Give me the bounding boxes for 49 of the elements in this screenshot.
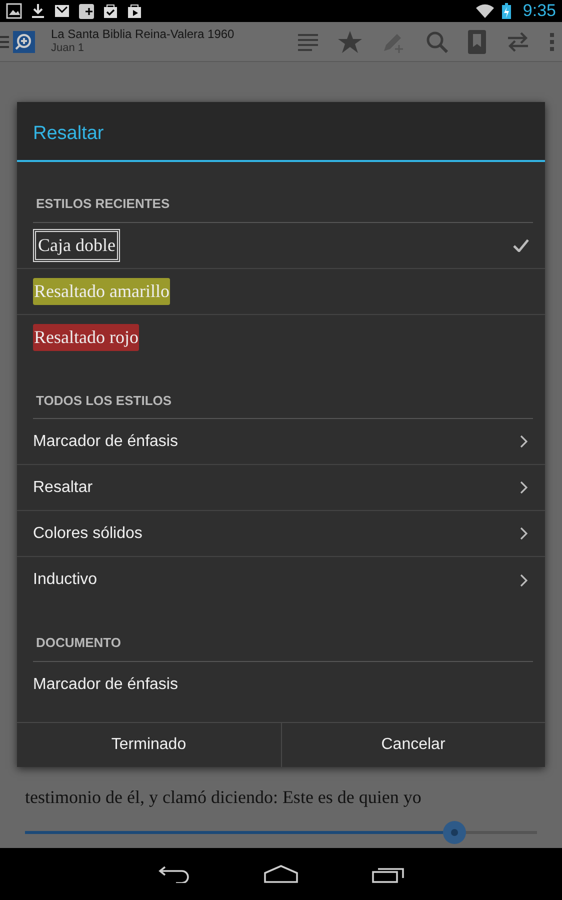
style-label: Inductivo: [33, 570, 98, 590]
style-label: Marcador de énfasis: [33, 432, 178, 452]
style-label: Marcador de énfasis: [33, 674, 178, 694]
style-list-item[interactable]: Marcador de énfasis: [17, 419, 545, 465]
dialog-button[interactable]: Cancelar: [280, 723, 545, 767]
image-icon: [6, 3, 22, 19]
search-icon[interactable]: [426, 30, 448, 52]
app-subtitle: Juan 1: [51, 42, 86, 56]
style-list-item[interactable]: Colores sólidos: [17, 511, 545, 557]
style-list-item[interactable]: Caja doble: [17, 222, 545, 268]
mail-icon: [54, 4, 70, 18]
home-icon[interactable]: [264, 865, 298, 883]
style-list-item[interactable]: Inductivo: [17, 557, 545, 603]
style-sample: Resaltado amarillo: [33, 278, 170, 304]
recent-apps-icon[interactable]: [372, 865, 404, 883]
section-heading: ESTILOS RECIENTES: [33, 162, 533, 222]
chevron-right-icon: [520, 574, 528, 586]
app-title: La Santa Biblia Reina-Valera 1960: [51, 27, 236, 42]
style-list-item[interactable]: Resaltar: [17, 465, 545, 511]
swap-icon[interactable]: [506, 32, 530, 52]
style-sample: Resaltado rojo: [33, 324, 140, 351]
bookmark-icon[interactable]: [468, 30, 486, 54]
section-heading: DOCUMENTO: [33, 603, 533, 662]
slider-thumb[interactable]: [443, 821, 466, 844]
verse-text: testimonio de él, y clamó diciendo: Este es de quien yo: [25, 786, 422, 809]
chevron-right-icon: [520, 527, 528, 540]
plus-icon: [79, 4, 94, 18]
style-list-item[interactable]: Marcador de énfasis: [17, 662, 545, 708]
section-heading: TODOS LOS ESTILOS: [33, 360, 533, 419]
bag-play-icon: [127, 3, 142, 19]
chevron-right-icon: [520, 481, 528, 494]
menu-icon[interactable]: [0, 36, 9, 48]
download-icon: [31, 3, 45, 19]
style-label: Resaltar: [33, 478, 93, 498]
list-icon[interactable]: [298, 32, 318, 50]
back-icon[interactable]: [158, 865, 190, 883]
style-sample: Caja doble: [33, 228, 120, 262]
star-icon[interactable]: [338, 30, 362, 52]
app-logo-icon[interactable]: [13, 30, 35, 52]
battery-icon: [502, 3, 511, 19]
wifi-icon: [476, 4, 494, 18]
chevron-right-icon: [520, 435, 528, 448]
overflow-icon[interactable]: [550, 32, 554, 50]
status-time: 9:35: [522, 0, 556, 22]
dialog-button[interactable]: Terminado: [17, 723, 280, 767]
bag-check-icon: [103, 3, 118, 19]
dialog-title: Resaltar: [17, 102, 545, 162]
style-label: Colores sólidos: [33, 524, 142, 544]
style-list-item[interactable]: Resaltado rojo: [17, 314, 545, 360]
